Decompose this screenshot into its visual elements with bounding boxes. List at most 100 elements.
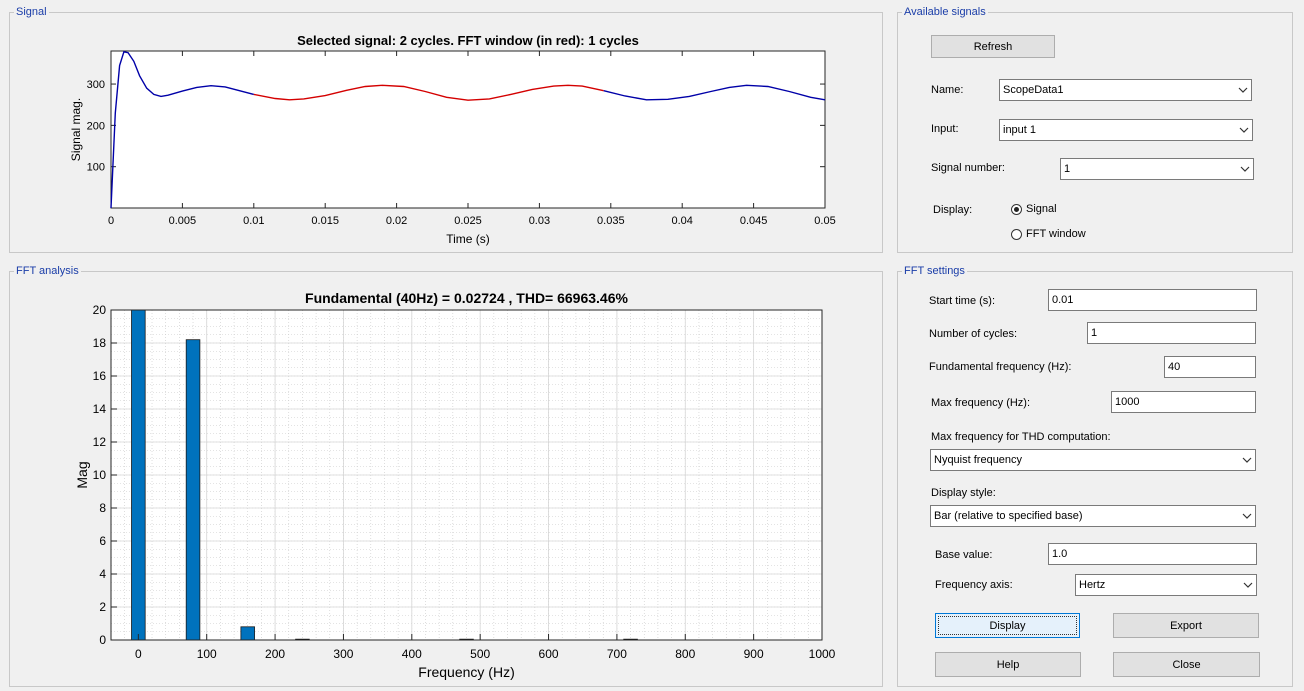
x-tick-label: 900 (744, 647, 764, 661)
freq-axis-select[interactable]: Hertz (1075, 574, 1257, 596)
y-tick-label: 200 (87, 120, 105, 132)
available-signals-panel: Available signals Refresh Name: ScopeDat… (897, 5, 1293, 253)
x-tick-label: 600 (539, 647, 559, 661)
freq-axis-value: Hertz (1079, 579, 1106, 591)
export-button[interactable]: Export (1113, 613, 1259, 638)
input-select-value: input 1 (1003, 124, 1037, 136)
name-select-value: ScopeData1 (1003, 84, 1064, 96)
y-tick-label: 20 (93, 303, 107, 317)
y-tick-label: 12 (93, 435, 107, 449)
y-tick-label: 18 (93, 336, 107, 350)
x-tick-label: 0 (108, 215, 114, 227)
max-freq-label: Max frequency (Hz): (931, 397, 1031, 409)
refresh-button[interactable]: Refresh (931, 35, 1055, 58)
x-tick-label: 500 (470, 647, 490, 661)
cycles-label: Number of cycles: (929, 328, 1018, 340)
display-label: Display: (933, 204, 973, 216)
signal-chart: Selected signal: 2 cycles. FFT window (i… (69, 33, 836, 246)
display-button-label: Display (989, 619, 1026, 632)
freq-axis-label: Frequency axis: (935, 579, 1013, 591)
y-tick-label: 10 (93, 468, 107, 482)
display-signal-label: Signal (1026, 203, 1057, 215)
x-tick-label: 0.015 (311, 215, 339, 227)
display-button[interactable]: Display (935, 613, 1080, 638)
y-tick-label: 2 (99, 600, 106, 614)
fft-chart: Fundamental (40Hz) = 0.02724 , THD= 6696… (74, 290, 836, 680)
y-axis-label: Signal mag. (69, 98, 83, 161)
radio-selected-icon (1011, 203, 1022, 215)
display-fft-window-radio[interactable]: FFT window (1011, 228, 1086, 240)
base-value-field[interactable]: 1.0 (1048, 543, 1257, 565)
x-tick-label: 0.03 (529, 215, 550, 227)
display-style-label: Display style: (931, 487, 996, 499)
x-tick-label: 0.035 (597, 215, 625, 227)
x-tick-label: 0.005 (169, 215, 197, 227)
input-select[interactable]: input 1 (999, 119, 1253, 141)
y-tick-label: 6 (99, 534, 106, 548)
signal-number-select[interactable]: 1 (1060, 158, 1254, 180)
x-tick-label: 800 (675, 647, 695, 661)
display-fft-window-label: FFT window (1026, 228, 1086, 240)
y-tick-label: 300 (87, 79, 105, 91)
input-label: Input: (931, 123, 959, 135)
base-value-label: Base value: (935, 549, 993, 561)
x-tick-label: 400 (402, 647, 422, 661)
display-signal-radio[interactable]: Signal (1011, 203, 1057, 215)
y-tick-label: 8 (99, 501, 106, 515)
signal-panel: Signal Selected signal: 2 cycles. FFT wi… (9, 5, 883, 253)
fund-freq-field[interactable]: 40 (1164, 356, 1256, 378)
chart-title: Selected signal: 2 cycles. FFT window (i… (297, 33, 639, 48)
name-label: Name: (931, 84, 964, 96)
name-select[interactable]: ScopeData1 (999, 79, 1252, 101)
radio-unselected-icon (1011, 228, 1022, 240)
chevron-down-icon (1239, 575, 1256, 595)
available-signals-title: Available signals (902, 5, 988, 19)
start-time-label: Start time (s): (929, 295, 996, 307)
chevron-down-icon (1238, 506, 1255, 526)
cycles-field[interactable]: 1 (1087, 322, 1256, 344)
x-tick-label: 200 (265, 647, 285, 661)
display-style-value: Bar (relative to specified base) (934, 510, 1083, 522)
y-tick-label: 16 (93, 369, 107, 383)
close-button[interactable]: Close (1113, 652, 1260, 677)
thd-freq-select[interactable]: Nyquist frequency (930, 449, 1256, 471)
fund-freq-label: Fundamental frequency (Hz): (929, 361, 1072, 373)
x-tick-label: 0.05 (814, 215, 835, 227)
y-tick-label: 14 (93, 402, 107, 416)
x-tick-label: 0.025 (454, 215, 482, 227)
x-axis-label: Time (s) (446, 232, 490, 246)
fft-bar (240, 626, 255, 641)
x-tick-label: 0.01 (243, 215, 264, 227)
chart-title: Fundamental (40Hz) = 0.02724 , THD= 6696… (305, 290, 628, 306)
fft-panel: FFT analysis Fundamental (40Hz) = 0.0272… (9, 264, 883, 687)
chevron-down-icon (1238, 450, 1255, 470)
max-freq-field[interactable]: 1000 (1111, 391, 1256, 413)
y-tick-label: 4 (99, 567, 106, 581)
x-tick-label: 700 (607, 647, 627, 661)
thd-freq-label: Max frequency for THD computation: (931, 431, 1111, 443)
help-button[interactable]: Help (935, 652, 1081, 677)
fft-settings-panel: FFT settings Start time (s): 0.01 Number… (897, 264, 1293, 687)
chevron-down-icon (1236, 159, 1253, 179)
x-tick-label: 0 (135, 647, 142, 661)
x-tick-label: 300 (333, 647, 353, 661)
chevron-down-icon (1234, 80, 1251, 100)
fft-bar (185, 339, 201, 641)
start-time-field[interactable]: 0.01 (1048, 289, 1257, 311)
y-axis-label: Mag (74, 461, 90, 488)
chevron-down-icon (1235, 120, 1252, 140)
x-tick-label: 0.02 (386, 215, 407, 227)
thd-freq-value: Nyquist frequency (934, 454, 1023, 466)
x-tick-label: 0.04 (671, 215, 692, 227)
signal-number-label: Signal number: (931, 162, 1005, 174)
x-axis-label: Frequency (Hz) (418, 664, 514, 680)
fft-bar (131, 309, 146, 641)
display-style-select[interactable]: Bar (relative to specified base) (930, 505, 1256, 527)
x-tick-label: 100 (197, 647, 217, 661)
y-tick-label: 0 (99, 633, 106, 647)
plot-area (110, 50, 826, 209)
x-tick-label: 1000 (809, 647, 836, 661)
fft-settings-title: FFT settings (902, 264, 967, 278)
y-tick-label: 100 (87, 162, 105, 174)
x-tick-label: 0.045 (740, 215, 768, 227)
